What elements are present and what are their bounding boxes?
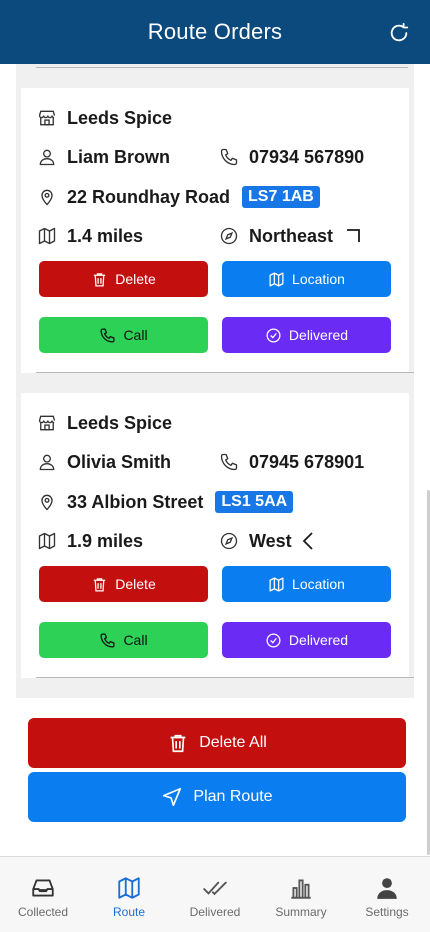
map-icon — [269, 576, 284, 592]
shop-row: Leeds Spice — [37, 408, 172, 438]
address: 22 Roundhay Road — [67, 186, 231, 207]
shop-name: Leeds Spice — [67, 107, 173, 128]
list-divider — [36, 677, 414, 678]
navigation-arrow-icon — [163, 787, 182, 807]
person-icon — [39, 149, 55, 166]
west-arrow-icon — [302, 532, 313, 550]
shop-row: Leeds Spice — [37, 103, 172, 133]
direction-row: West — [219, 526, 326, 556]
direction: West — [249, 530, 292, 551]
delete-button[interactable]: Delete — [39, 261, 208, 297]
location-button[interactable]: Location — [222, 566, 391, 602]
distance-row: 1.4 miles — [37, 221, 143, 251]
order-card: Leeds Spice Olivia Smith 07945 678901 33… — [21, 393, 409, 678]
tab-summary[interactable]: Summary — [258, 857, 344, 932]
map-pin-icon — [41, 189, 53, 206]
phone-number: 07934 567890 — [249, 146, 365, 167]
person-icon — [39, 454, 55, 471]
shop-name: Leeds Spice — [67, 412, 173, 433]
delete-all-button[interactable]: Delete All — [28, 718, 406, 768]
store-icon — [38, 110, 56, 126]
check-circle-icon — [266, 632, 281, 648]
list-divider — [36, 67, 408, 68]
delete-button[interactable]: Delete — [39, 566, 208, 602]
bottom-tab-bar: Collected Route Delivered Summary Settin… — [0, 856, 430, 932]
customer-row: Olivia Smith — [37, 447, 171, 477]
map-icon — [118, 877, 140, 899]
map-icon — [38, 532, 56, 550]
map-icon — [38, 227, 56, 245]
call-button[interactable]: Call — [39, 622, 208, 658]
customer-row: Liam Brown — [37, 142, 170, 172]
postcode-badge: LS1 5AA — [215, 491, 294, 513]
distance: 1.4 miles — [67, 225, 144, 246]
phone-number: 07945 678901 — [249, 451, 365, 472]
compass-icon — [220, 227, 238, 245]
app-header: Route Orders — [0, 0, 430, 64]
phone-row: 07934 567890 — [219, 142, 364, 172]
postcode-badge: LS7 1AB — [242, 186, 320, 208]
order-card: Leeds Spice Liam Brown 07934 567890 22 R… — [21, 88, 409, 373]
phone-icon — [220, 148, 238, 166]
inbox-icon — [32, 879, 54, 897]
customer-name: Olivia Smith — [67, 451, 172, 472]
tab-settings[interactable]: Settings — [344, 857, 430, 932]
plan-route-button[interactable]: Plan Route — [28, 772, 406, 822]
phone-icon — [220, 453, 238, 471]
list-divider — [36, 372, 414, 373]
location-button[interactable]: Location — [222, 261, 391, 297]
trash-icon — [94, 577, 106, 592]
bar-chart-icon — [291, 879, 311, 899]
person-icon — [377, 878, 397, 899]
refresh-icon[interactable] — [388, 22, 410, 44]
trash-icon — [94, 272, 106, 287]
distance: 1.9 miles — [67, 530, 144, 551]
double-check-icon — [203, 881, 227, 896]
tab-delivered[interactable]: Delivered — [172, 857, 258, 932]
compass-icon — [220, 532, 238, 550]
map-icon — [269, 271, 284, 287]
map-pin-icon — [41, 494, 53, 511]
tab-route[interactable]: Route — [86, 857, 172, 932]
tab-collected[interactable]: Collected — [0, 857, 86, 932]
direction-row: Northeast — [219, 221, 371, 251]
page-title: Route Orders — [147, 19, 283, 44]
address-row: 33 Albion Street LS1 5AA — [37, 487, 294, 517]
phone-icon — [100, 327, 115, 343]
order-list[interactable]: Leeds Spice Liam Brown 07934 567890 22 R… — [16, 64, 414, 698]
check-circle-icon — [266, 327, 281, 343]
northeast-arrow-icon — [347, 229, 360, 242]
phone-icon — [100, 632, 115, 648]
address-row: 22 Roundhay Road LS7 1AB — [37, 182, 320, 212]
trash-icon — [170, 734, 186, 753]
delivered-button[interactable]: Delivered — [222, 622, 391, 658]
store-icon — [38, 415, 56, 431]
distance-row: 1.9 miles — [37, 526, 143, 556]
address: 33 Albion Street — [67, 491, 204, 512]
phone-row: 07945 678901 — [219, 447, 364, 477]
customer-name: Liam Brown — [67, 146, 171, 167]
delivered-button[interactable]: Delivered — [222, 317, 391, 353]
direction: Northeast — [249, 225, 334, 246]
call-button[interactable]: Call — [39, 317, 208, 353]
